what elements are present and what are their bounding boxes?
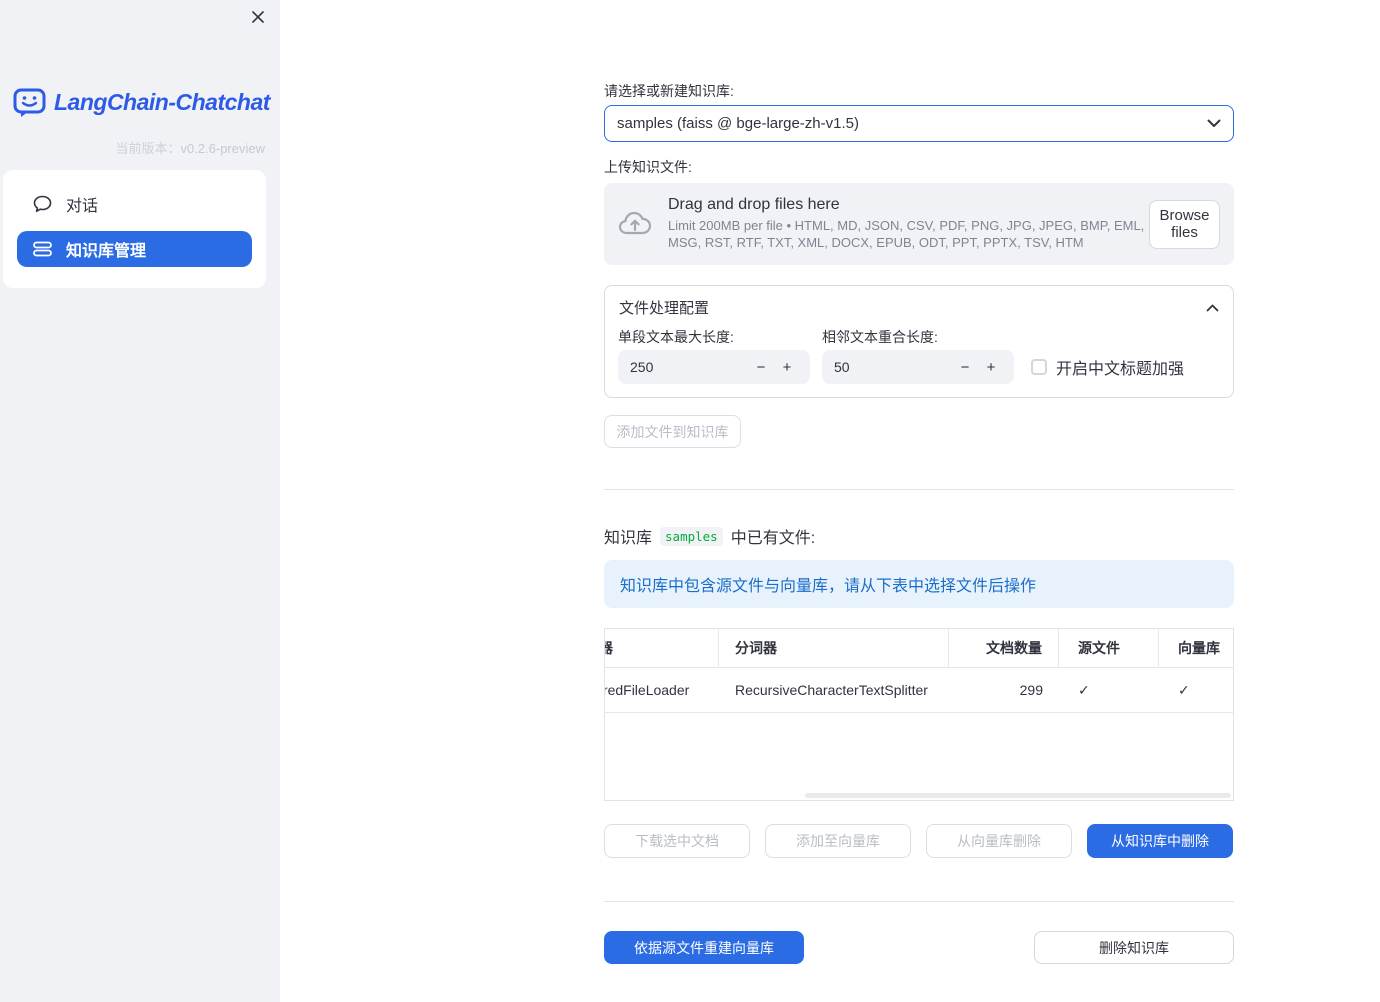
chat-smiley-logo-icon — [13, 87, 46, 118]
browse-files-button[interactable]: Browse files — [1149, 199, 1220, 249]
cell-doc-count: 299 — [1019, 682, 1043, 698]
col-header-vector-store: 向量库 — [1159, 629, 1233, 667]
zh-title-checkbox[interactable] — [1031, 359, 1047, 375]
expander-header[interactable]: 文件处理配置 — [605, 286, 1233, 318]
col-header-loader: 文档加载器 — [605, 629, 719, 667]
version-value: v0.2.6-preview — [180, 141, 265, 156]
overlap-size-input: − + — [822, 350, 1014, 384]
version-label: 当前版本： — [115, 141, 181, 156]
overlap-size-label: 相邻文本重合长度: — [822, 329, 938, 345]
col-header-splitter: 分词器 — [719, 629, 949, 667]
zh-title-checkbox-label: 开启中文标题加强 — [1056, 361, 1185, 378]
kb-select-label: 请选择或新建知识库: — [604, 83, 734, 99]
kb-files-table[interactable]: 文档加载器 分词器 文档数量 源文件 向量库 UnstructuredFileL… — [604, 628, 1234, 801]
file-dropzone[interactable]: Drag and drop files here Limit 200MB per… — [604, 183, 1234, 265]
kb-select-value: samples (faiss @ bge-large-zh-v1.5) — [617, 115, 859, 132]
cell-loader: UnstructuredFileLoader — [604, 682, 690, 698]
app-logo: LangChain-Chatchat — [13, 87, 270, 118]
zh-title-checkbox-row: 开启中文标题加强 — [1031, 355, 1184, 379]
info-banner: 知识库中包含源文件与向量库，请从下表中选择文件后操作 — [604, 560, 1234, 608]
kb-files-suffix: 中已有文件: — [730, 530, 816, 547]
delete-kb-button[interactable]: 删除知识库 — [1034, 931, 1234, 964]
chat-bubble-icon — [33, 195, 52, 213]
rebuild-vector-store-button[interactable]: 依据源文件重建向量库 — [604, 931, 804, 964]
chunk-size-label: 单段文本最大长度: — [618, 329, 734, 345]
sidebar-item-label: 对话 — [66, 198, 99, 215]
info-banner-text: 知识库中包含源文件与向量库，请从下表中选择文件后操作 — [620, 578, 1037, 595]
upload-label: 上传知识文件: — [604, 159, 692, 175]
kb-name-code: samples — [660, 526, 723, 546]
expander-title: 文件处理配置 — [619, 300, 710, 317]
sidebar-item-chat[interactable]: 对话 — [17, 186, 252, 222]
plus-stepper[interactable]: + — [978, 359, 1004, 376]
overlap-size-field[interactable] — [832, 358, 952, 376]
cell-source-file-check: ✓ — [1078, 681, 1090, 698]
divider — [604, 489, 1234, 490]
dropzone-texts: Drag and drop files here Limit 200MB per… — [668, 196, 1149, 252]
dropzone-limit-text: Limit 200MB per file • HTML, MD, JSON, C… — [668, 218, 1145, 250]
cell-vector-store-check: ✓ — [1178, 681, 1190, 698]
delete-from-kb-button[interactable]: 从知识库中删除 — [1087, 824, 1233, 858]
sidebar-item-label: 知识库管理 — [66, 243, 147, 260]
cloud-upload-icon — [618, 208, 652, 240]
col-header-source-file: 源文件 — [1059, 629, 1159, 667]
kb-select[interactable]: samples (faiss @ bge-large-zh-v1.5) — [604, 105, 1234, 142]
table-header-row: 文档加载器 分词器 文档数量 源文件 向量库 — [605, 629, 1233, 668]
sidebar-item-kb-management[interactable]: 知识库管理 — [17, 231, 252, 267]
minus-stepper[interactable]: − — [952, 359, 978, 376]
knowledge-base-icon — [33, 241, 52, 257]
chunk-size-field[interactable] — [628, 358, 748, 376]
cell-splitter: RecursiveCharacterTextSplitter — [735, 682, 928, 698]
kb-files-prefix: 知识库 — [604, 530, 653, 547]
table-horizontal-scrollbar[interactable] — [805, 793, 1231, 798]
dropzone-title: Drag and drop files here — [668, 196, 840, 214]
download-selected-button[interactable]: 下载选中文档 — [604, 824, 750, 858]
chevron-down-icon — [1207, 119, 1221, 128]
minus-stepper[interactable]: − — [748, 359, 774, 376]
logo-text: LangChain-Chatchat — [54, 89, 270, 115]
divider — [604, 901, 1234, 902]
version-text: 当前版本：v0.2.6-preview — [115, 138, 265, 157]
app-root: LangChain-Chatchat 当前版本：v0.2.6-preview 对… — [0, 0, 1380, 1002]
col-header-doc-count: 文档数量 — [949, 629, 1059, 667]
plus-stepper[interactable]: + — [774, 359, 800, 376]
chevron-up-icon — [1206, 304, 1219, 312]
table-row[interactable]: UnstructuredFileLoader RecursiveCharacte… — [604, 668, 1233, 713]
kb-existing-files-heading: 知识库 samples 中已有文件: — [604, 524, 815, 548]
kb-files-table-inner: 文档加载器 分词器 文档数量 源文件 向量库 UnstructuredFileL… — [604, 629, 1233, 713]
close-icon — [251, 10, 265, 24]
sidebar: LangChain-Chatchat 当前版本：v0.2.6-preview 对… — [0, 0, 280, 1002]
chunk-size-input: − + — [618, 350, 810, 384]
sidebar-close-button[interactable] — [246, 5, 270, 29]
add-to-vector-store-button[interactable]: 添加至向量库 — [765, 824, 911, 858]
add-files-to-kb-button[interactable]: 添加文件到知识库 — [604, 415, 741, 448]
delete-from-vector-store-button[interactable]: 从向量库删除 — [926, 824, 1072, 858]
sidebar-nav: 对话 知识库管理 — [3, 170, 266, 288]
